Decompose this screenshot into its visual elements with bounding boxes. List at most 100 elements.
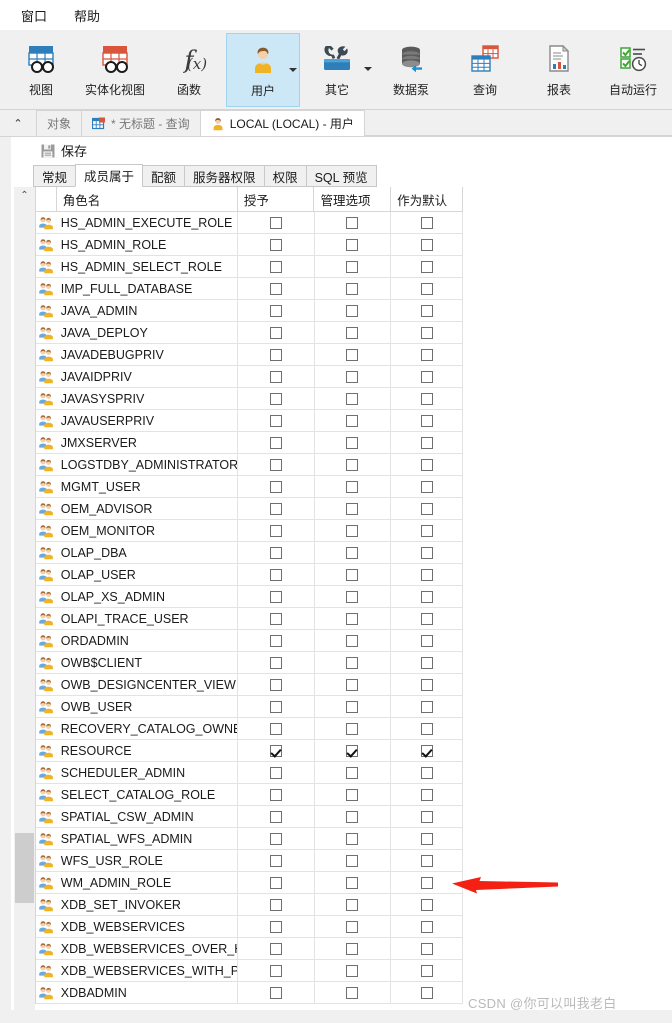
cell-admin-option[interactable] [315, 938, 392, 959]
checkbox-unchecked[interactable] [346, 348, 359, 361]
checkbox-unchecked[interactable] [420, 458, 433, 471]
cell-default[interactable] [391, 564, 464, 585]
checkbox-checked[interactable] [346, 744, 359, 757]
checkbox-unchecked[interactable] [346, 986, 359, 999]
cell-default[interactable] [391, 300, 464, 321]
checkbox-unchecked[interactable] [420, 414, 433, 427]
table-row[interactable]: OWB_DESIGNCENTER_VIEW [36, 674, 464, 696]
column-header-role-name[interactable]: 角色名 [57, 187, 238, 211]
cell-grant[interactable] [238, 916, 315, 937]
cell-admin-option[interactable] [315, 256, 392, 277]
scrollbar-thumb[interactable] [15, 833, 34, 903]
table-row[interactable]: XDB_WEBSERVICES_OVER_HTTP [36, 938, 464, 960]
cell-grant[interactable] [238, 784, 315, 805]
cell-grant[interactable] [238, 960, 315, 981]
cell-admin-option[interactable] [315, 872, 392, 893]
checkbox-checked[interactable] [420, 744, 433, 757]
checkbox-unchecked[interactable] [346, 414, 359, 427]
cell-default[interactable] [391, 630, 464, 651]
ribbon-button-view[interactable]: 视图 [4, 33, 78, 107]
table-row[interactable]: JAVADEBUGPRIV [36, 344, 464, 366]
cell-default[interactable] [391, 784, 464, 805]
roles-grid-scrollbar[interactable]: ⌃ ⌄ [14, 187, 35, 1023]
table-row[interactable]: RESOURCE [36, 740, 464, 762]
cell-default[interactable] [391, 454, 464, 475]
checkbox-unchecked[interactable] [420, 920, 433, 933]
checkbox-unchecked[interactable] [269, 458, 282, 471]
cell-default[interactable] [391, 916, 464, 937]
checkbox-unchecked[interactable] [346, 612, 359, 625]
checkbox-unchecked[interactable] [420, 986, 433, 999]
checkbox-unchecked[interactable] [269, 590, 282, 603]
checkbox-unchecked[interactable] [346, 788, 359, 801]
checkbox-unchecked[interactable] [269, 788, 282, 801]
cell-default[interactable] [391, 982, 464, 1003]
cell-admin-option[interactable] [315, 586, 392, 607]
table-row[interactable]: XDB_WEBSERVICES [36, 916, 464, 938]
checkbox-unchecked[interactable] [420, 590, 433, 603]
cell-grant[interactable] [238, 850, 315, 871]
table-row[interactable]: XDBADMIN [36, 982, 464, 1004]
table-row[interactable]: OLAP_XS_ADMIN [36, 586, 464, 608]
cell-default[interactable] [391, 498, 464, 519]
cell-admin-option[interactable] [315, 674, 392, 695]
table-row[interactable]: HS_ADMIN_SELECT_ROLE [36, 256, 464, 278]
checkbox-unchecked[interactable] [269, 656, 282, 669]
checkbox-unchecked[interactable] [269, 546, 282, 559]
checkbox-checked[interactable] [269, 744, 282, 757]
checkbox-unchecked[interactable] [269, 986, 282, 999]
tab-sql-preview[interactable]: SQL 预览 [305, 165, 377, 187]
table-row[interactable]: OLAP_USER [36, 564, 464, 586]
checkbox-unchecked[interactable] [269, 832, 282, 845]
checkbox-unchecked[interactable] [420, 260, 433, 273]
column-header-admin-option[interactable]: 管理选项 [314, 187, 392, 211]
checkbox-unchecked[interactable] [269, 216, 282, 229]
cell-admin-option[interactable] [315, 322, 392, 343]
cell-admin-option[interactable] [315, 740, 392, 761]
table-row[interactable]: OLAPI_TRACE_USER [36, 608, 464, 630]
cell-default[interactable] [391, 476, 464, 497]
cell-grant[interactable] [238, 630, 315, 651]
cell-grant[interactable] [238, 388, 315, 409]
cell-default[interactable] [391, 366, 464, 387]
ribbon-button-report[interactable]: 报表 [522, 33, 596, 107]
checkbox-unchecked[interactable] [269, 568, 282, 581]
cell-admin-option[interactable] [315, 828, 392, 849]
checkbox-unchecked[interactable] [420, 788, 433, 801]
checkbox-unchecked[interactable] [420, 722, 433, 735]
ribbon-button-other[interactable]: 其它 [300, 33, 374, 107]
checkbox-unchecked[interactable] [420, 370, 433, 383]
checkbox-unchecked[interactable] [346, 898, 359, 911]
cell-default[interactable] [391, 608, 464, 629]
table-row[interactable]: MGMT_USER [36, 476, 464, 498]
cell-admin-option[interactable] [315, 696, 392, 717]
cell-default[interactable] [391, 850, 464, 871]
table-row[interactable]: SPATIAL_CSW_ADMIN [36, 806, 464, 828]
cell-grant[interactable] [238, 982, 315, 1003]
table-row[interactable]: SELECT_CATALOG_ROLE [36, 784, 464, 806]
checkbox-unchecked[interactable] [269, 392, 282, 405]
checkbox-unchecked[interactable] [269, 304, 282, 317]
cell-grant[interactable] [238, 740, 315, 761]
window-tab-user[interactable]: LOCAL (LOCAL) - 用户 [199, 110, 365, 136]
table-row[interactable]: LOGSTDBY_ADMINISTRATOR [36, 454, 464, 476]
checkbox-unchecked[interactable] [269, 766, 282, 779]
cell-admin-option[interactable] [315, 564, 392, 585]
checkbox-unchecked[interactable] [269, 348, 282, 361]
tab-quota[interactable]: 配额 [142, 165, 186, 187]
table-row[interactable]: ORDADMIN [36, 630, 464, 652]
table-row[interactable]: SPATIAL_WFS_ADMIN [36, 828, 464, 850]
cell-admin-option[interactable] [315, 476, 392, 497]
cell-default[interactable] [391, 586, 464, 607]
cell-admin-option[interactable] [315, 608, 392, 629]
checkbox-unchecked[interactable] [420, 392, 433, 405]
cell-grant[interactable] [238, 894, 315, 915]
checkbox-unchecked[interactable] [420, 656, 433, 669]
cell-grant[interactable] [238, 300, 315, 321]
checkbox-unchecked[interactable] [269, 282, 282, 295]
checkbox-unchecked[interactable] [346, 810, 359, 823]
checkbox-unchecked[interactable] [420, 436, 433, 449]
cell-admin-option[interactable] [315, 806, 392, 827]
checkbox-unchecked[interactable] [420, 964, 433, 977]
checkbox-unchecked[interactable] [269, 260, 282, 273]
